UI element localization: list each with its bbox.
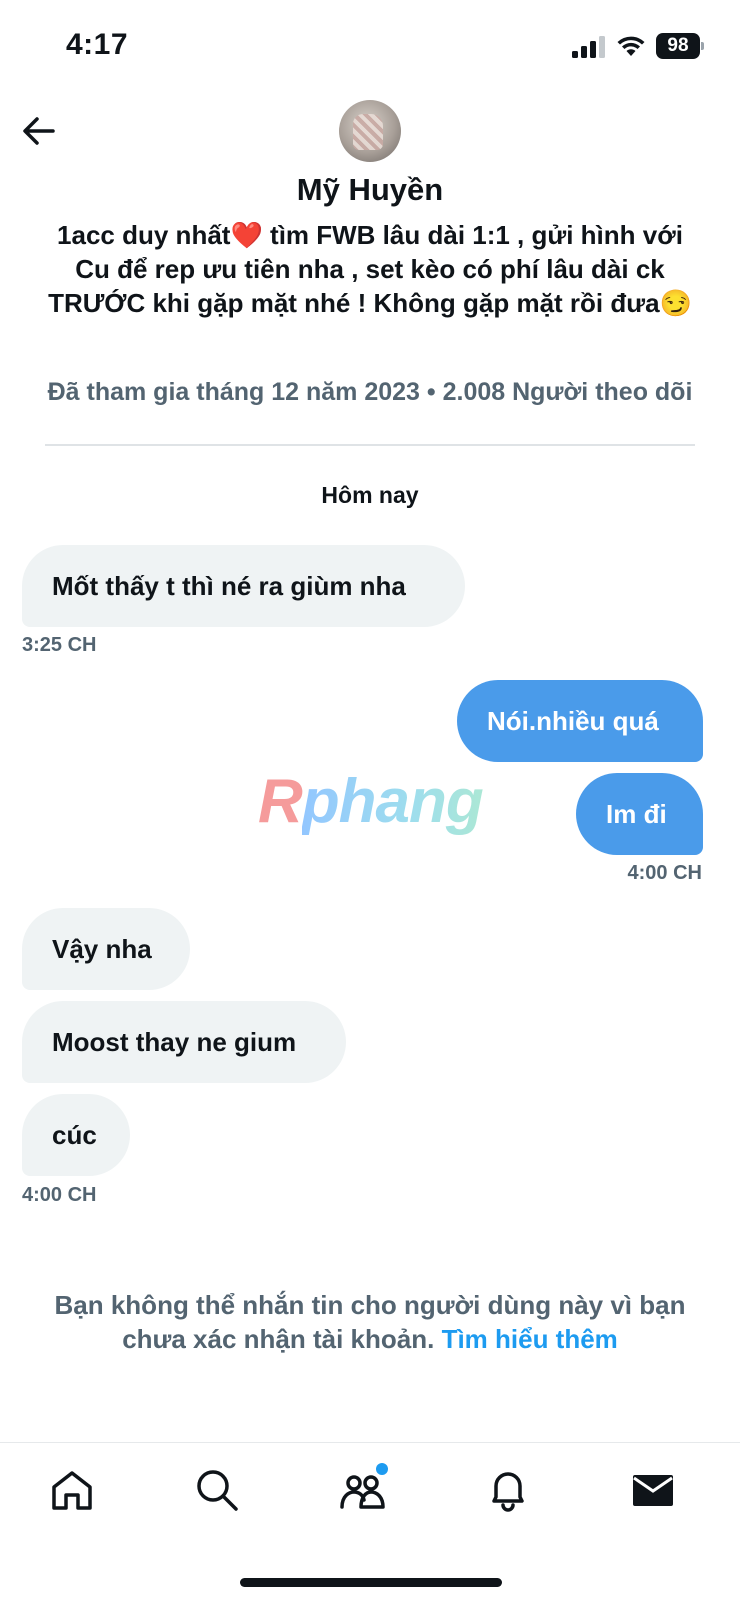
wifi-icon (617, 36, 645, 56)
tab-communities[interactable] (338, 1463, 388, 1515)
status-time: 4:17 (66, 28, 129, 61)
message-incoming[interactable]: Vậy nha (22, 908, 190, 990)
profile-meta: Đã tham gia tháng 12 năm 2023 • 2.008 Ng… (47, 378, 693, 406)
home-icon (52, 1471, 92, 1510)
divider (45, 444, 695, 446)
watermark-logo: Rphang (258, 767, 484, 836)
message-incoming[interactable]: cúc (22, 1094, 130, 1176)
message-incoming[interactable]: Mốt thấy t thì né ra giùm nha (22, 545, 465, 627)
cellular-signal-icon (572, 36, 605, 58)
message-outgoing[interactable]: Im đi (576, 773, 703, 855)
status-bar: 4:17 98 (0, 0, 740, 94)
avatar[interactable] (339, 100, 401, 162)
home-indicator[interactable] (240, 1578, 502, 1587)
messages-icon (633, 1475, 673, 1506)
tab-bar (0, 1442, 740, 1600)
notifications-icon (492, 1472, 524, 1512)
message-outgoing[interactable]: Nói.nhiều quá (457, 680, 703, 762)
tab-home[interactable] (47, 1465, 97, 1515)
message-timestamp: 4:00 CH (627, 862, 702, 884)
message-incoming[interactable]: Moost thay ne gium (22, 1001, 346, 1083)
message-timestamp: 3:25 CH (22, 634, 97, 656)
learn-more-link[interactable]: Tìm hiểu thêm (442, 1324, 618, 1354)
message-timestamp: 4:00 CH (22, 1184, 97, 1206)
arrow-left-icon (23, 117, 55, 145)
tab-messages[interactable] (628, 1465, 678, 1515)
notification-dot (376, 1463, 388, 1475)
profile-name[interactable]: Mỹ Huyền (0, 172, 740, 208)
tab-search[interactable] (192, 1465, 242, 1515)
back-button[interactable] (18, 110, 60, 152)
tab-notifications[interactable] (483, 1465, 533, 1515)
profile-bio: 1acc duy nhất❤️ tìm FWB lâu dài 1:1 , gử… (48, 220, 692, 318)
unverified-notice: Bạn không thể nhắn tin cho người dùng nà… (30, 1288, 710, 1356)
battery-level: 98 (656, 33, 700, 59)
search-icon (197, 1470, 238, 1511)
date-label: Hôm nay (321, 482, 419, 508)
battery-icon: 98 (656, 33, 704, 59)
